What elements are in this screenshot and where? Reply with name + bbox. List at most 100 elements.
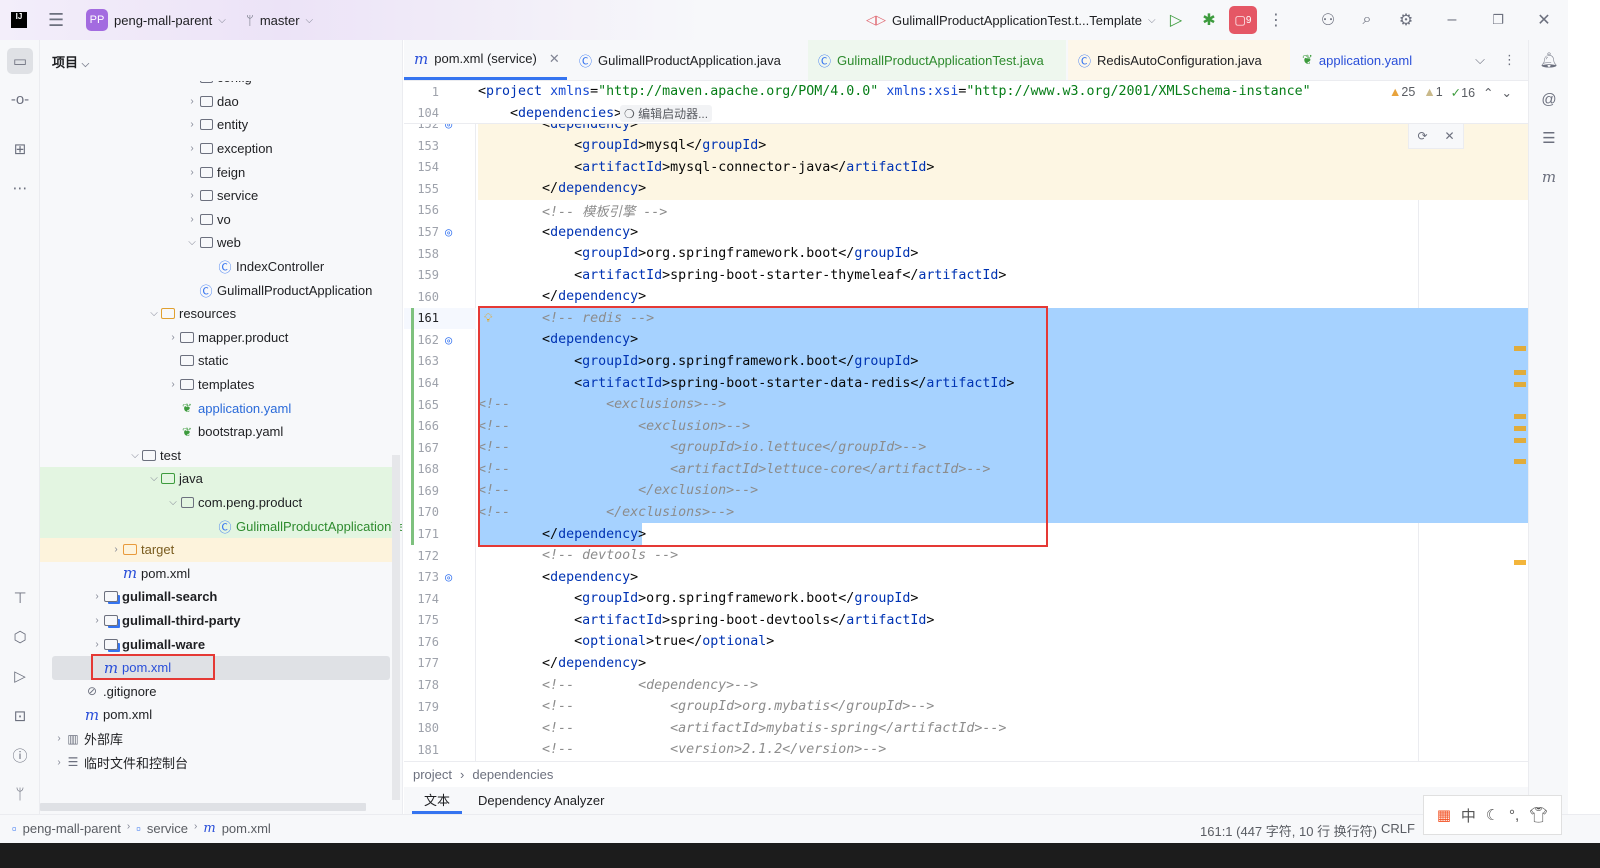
search-icon[interactable]: ⌕ — [1355, 8, 1379, 32]
tree-item[interactable]: › feign — [40, 160, 398, 184]
tree-item[interactable]: › mapper.product — [40, 326, 398, 350]
chevron-right-icon[interactable]: › — [187, 81, 197, 83]
maven-dependency-gutter-icon[interactable]: ◎ — [445, 570, 452, 584]
more-icon[interactable]: ⋮ — [1264, 8, 1288, 32]
warnings-count[interactable]: ▲25 — [1389, 85, 1415, 100]
chevron-right-icon[interactable]: › — [168, 332, 178, 343]
tree-item[interactable]: › gulimall-ware — [40, 632, 398, 656]
editor-tab[interactable]: Ⓒ RedisAutoConfiguration.java — [1068, 40, 1290, 80]
chevron-right-icon[interactable]: › — [92, 591, 102, 602]
chevron-down-icon[interactable]: ⌵ — [168, 497, 178, 508]
scrollbar-marker[interactable] — [1514, 346, 1526, 351]
editor-tab[interactable]: Ⓒ GulimallProductApplicationTest.java — [808, 40, 1066, 80]
tree-item[interactable]: ⌵ resources — [40, 302, 398, 326]
tree-item[interactable]: ⌵ com.peng.product — [40, 490, 398, 515]
code-line[interactable]: 181 <!-- <version>2.1.2</version>--> — [404, 739, 1528, 761]
main-menu-icon[interactable]: ☰ — [48, 0, 64, 40]
tree-item[interactable]: ❦ application.yaml — [40, 396, 398, 420]
run-config-selector[interactable]: ◁▷ GulimallProductApplicationTest.t...Te… — [866, 0, 1156, 40]
chevron-right-icon[interactable]: › — [187, 143, 197, 154]
code-line[interactable]: 179 <!-- <groupId>org.mybatis</groupId>-… — [404, 696, 1528, 718]
code-line[interactable]: 160 </dependency> — [404, 286, 1528, 308]
code-line[interactable]: 175 <artifactId>spring-boot-devtools</ar… — [404, 610, 1528, 632]
moon-icon[interactable]: ☾ — [1486, 806, 1499, 824]
tree-item[interactable]: m pom.xml — [40, 562, 398, 586]
code-line[interactable]: 158 <groupId>org.springframework.boot</g… — [404, 243, 1528, 265]
tree-item[interactable]: › dao — [40, 90, 398, 114]
skin-icon[interactable]: 👕︎ — [1529, 806, 1548, 824]
chevron-right-icon[interactable]: › — [187, 190, 197, 201]
code-line[interactable]: 178 <!-- <dependency>--> — [404, 674, 1528, 696]
tree-item[interactable]: Ⓒ IndexController — [40, 255, 398, 279]
chevron-right-icon[interactable]: › — [187, 119, 197, 130]
notifications-icon[interactable]: 🔔︎ — [1537, 48, 1561, 72]
tree-item[interactable]: ⌵ web — [40, 231, 398, 255]
tree-item[interactable]: static — [40, 349, 398, 373]
tree-item[interactable]: › exception — [40, 137, 398, 161]
commit-icon[interactable]: -o- — [8, 87, 32, 111]
structure-icon[interactable]: ⊞ — [8, 137, 32, 161]
breadcrumb-item[interactable]: dependencies — [472, 767, 553, 782]
tree-item[interactable]: › vo — [40, 208, 398, 232]
chevron-right-icon[interactable]: › — [168, 379, 178, 390]
tree-item[interactable]: ⌵ test — [40, 444, 398, 468]
tree-item[interactable]: › config — [40, 81, 398, 90]
close-icon[interactable]: ✕ — [1444, 129, 1454, 143]
chevron-down-icon[interactable]: ⌵ — [187, 237, 197, 248]
tree-item[interactable]: › ☰ 临时文件和控制台 — [40, 750, 398, 774]
ai-assistant-icon[interactable]: @ — [1537, 87, 1561, 111]
code-line[interactable]: 157 ◎ <dependency> — [404, 221, 1528, 243]
tree-item[interactable]: m pom.xml — [52, 654, 390, 680]
tree-item[interactable]: › ▥ 外部库 — [40, 727, 398, 751]
terminal-icon[interactable]: ⊡ — [8, 704, 32, 728]
typos-count[interactable]: ✓16 — [1451, 85, 1475, 100]
add-user-icon[interactable]: ⚇ — [1316, 8, 1340, 32]
more-tools-icon[interactable]: ⋯ — [8, 176, 32, 200]
debug-icon[interactable]: ✱ — [1197, 8, 1221, 32]
maven-dependency-gutter-icon[interactable]: ◎ — [445, 225, 452, 239]
code-line[interactable]: 155 </dependency> — [404, 178, 1528, 200]
stop-button[interactable]: ▢ 9 — [1229, 6, 1257, 34]
chevron-down-icon[interactable]: ⌵ — [149, 308, 159, 319]
run-tool-icon[interactable]: ▷ — [8, 664, 32, 688]
code-line[interactable]: 152 ◎ <dependency> — [404, 124, 1528, 135]
chevron-down-icon[interactable]: ⌄ — [1502, 85, 1512, 100]
code-line[interactable]: 172 <!-- devtools --> — [404, 545, 1528, 567]
punctuation-icon[interactable]: °, — [1509, 807, 1519, 824]
maven-icon[interactable]: m — [1537, 165, 1561, 189]
scrollbar-marker[interactable] — [1514, 426, 1526, 431]
code-area[interactable]: 152 ◎ <dependency> 153 <groupId>mysql</gro… — [404, 124, 1528, 761]
path-project[interactable]: peng-mall-parent — [23, 821, 121, 836]
build-icon[interactable]: ⊤ — [8, 586, 32, 610]
chevron-right-icon[interactable]: › — [92, 615, 102, 626]
line-separator[interactable]: CRLF — [1381, 821, 1415, 836]
chevron-right-icon[interactable]: › — [187, 96, 197, 107]
scrollbar-marker[interactable] — [1514, 414, 1526, 419]
chevron-down-icon[interactable]: ⌵ — [130, 450, 140, 461]
tree-item[interactable]: › entity — [40, 113, 398, 137]
tree-item[interactable]: Ⓒ GulimallProductApplicationTest — [40, 514, 402, 538]
project-selector[interactable]: PP peng-mall-parent ⌵ — [86, 0, 226, 40]
project-vertical-scrollbar[interactable] — [392, 455, 400, 800]
problems-icon[interactable]: ⓘ — [8, 743, 32, 767]
tree-item[interactable]: › gulimall-search — [40, 585, 398, 609]
tree-item[interactable]: ⊘ .gitignore — [40, 680, 398, 704]
chevron-right-icon[interactable]: › — [187, 214, 197, 225]
scrollbar-marker[interactable] — [1514, 382, 1526, 387]
path-file[interactable]: pom.xml — [222, 821, 271, 836]
code-line[interactable]: 154 <artifactId>mysql-connector-java</ar… — [404, 156, 1528, 179]
code-line[interactable]: 153 <groupId>mysql</groupId> — [404, 134, 1528, 157]
tree-item[interactable]: › templates — [40, 373, 398, 397]
chevron-right-icon[interactable]: › — [92, 639, 102, 650]
tree-item[interactable]: › target — [40, 538, 398, 562]
edit-starters-hint[interactable]: ❍ 编辑启动器... — [620, 104, 713, 122]
minimize-button[interactable]: – — [1440, 8, 1464, 32]
tree-item[interactable]: Ⓒ GulimallProductApplication — [40, 278, 398, 302]
tree-item[interactable]: ❦ bootstrap.yaml — [40, 420, 398, 444]
ime-language[interactable]: 中 — [1461, 805, 1476, 826]
database-icon[interactable]: ☰ — [1537, 126, 1561, 150]
maven-dependency-gutter-icon[interactable]: ◎ — [445, 333, 452, 347]
reload-maven-icon[interactable]: ⟳ — [1417, 129, 1427, 143]
sticky-line[interactable]: 104 <dependencies> ❍ 编辑启动器... — [404, 103, 1528, 125]
tabs-dropdown-icon[interactable]: ⌵ — [1475, 52, 1485, 68]
